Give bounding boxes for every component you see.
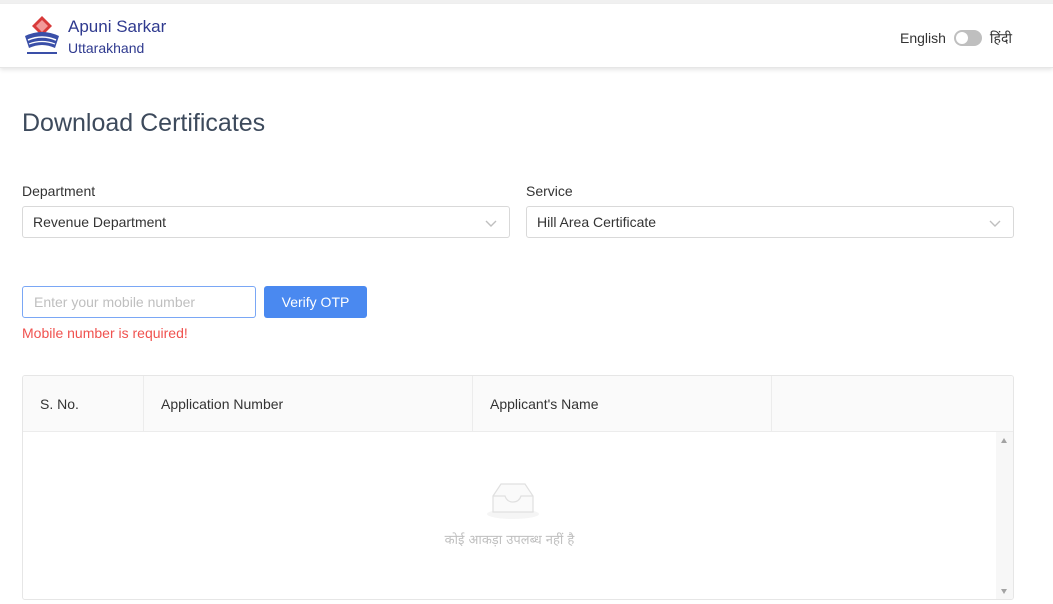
brand-subtitle: Uttarakhand — [68, 40, 145, 56]
brand-title: Apuni Sarkar — [68, 17, 167, 36]
mobile-number-input[interactable] — [22, 286, 256, 318]
uttarakhand-emblem-icon — [25, 16, 59, 54]
scroll-down-arrow-icon[interactable] — [1001, 589, 1007, 594]
column-header-action — [772, 376, 1013, 432]
department-selected-value: Revenue Department — [33, 214, 167, 230]
chevron-down-icon — [989, 220, 1001, 227]
mobile-error-message: Mobile number is required! — [22, 325, 188, 341]
lang-english-label: English — [900, 30, 946, 46]
table-header: S. No. Application Number Applicant's Na… — [23, 376, 1013, 432]
lang-hindi-label: हिंदी — [989, 30, 1013, 47]
verify-otp-button[interactable]: Verify OTP — [264, 286, 367, 318]
language-switcher: English हिंदी — [900, 28, 1012, 48]
site-header: Apuni Sarkar Uttarakhand English हिंदी — [0, 4, 1053, 68]
scroll-up-arrow-icon[interactable] — [1001, 438, 1007, 443]
empty-inbox-icon — [487, 483, 539, 519]
service-label: Service — [526, 183, 573, 199]
page-title: Download Certificates — [22, 109, 266, 137]
language-toggle[interactable] — [953, 30, 982, 46]
table-body: कोई आकड़ा उपलब्ध नहीं है — [23, 432, 1013, 599]
chevron-down-icon — [485, 220, 497, 227]
empty-table-message: कोई आकड़ा उपलब्ध नहीं है — [444, 533, 575, 548]
table-scrollbar[interactable] — [996, 432, 1013, 599]
column-header-application-number: Application Number — [144, 376, 473, 432]
department-select[interactable]: Revenue Department — [22, 206, 510, 238]
service-select[interactable]: Hill Area Certificate — [526, 206, 1014, 238]
toggle-knob — [955, 32, 968, 44]
department-label: Department — [22, 183, 96, 199]
column-header-sno: S. No. — [23, 376, 144, 432]
service-selected-value: Hill Area Certificate — [537, 214, 657, 230]
applications-table: S. No. Application Number Applicant's Na… — [22, 375, 1014, 600]
column-header-applicant-name: Applicant's Name — [473, 376, 772, 432]
